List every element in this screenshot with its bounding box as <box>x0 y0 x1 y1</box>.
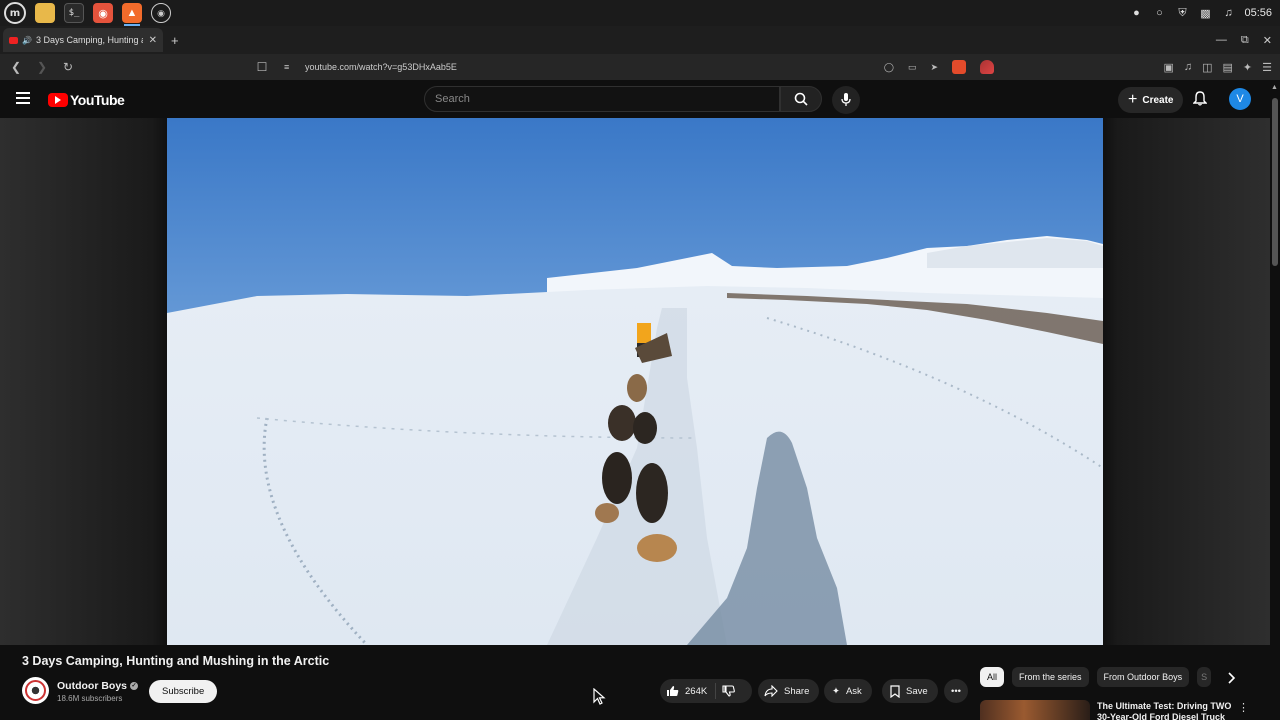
channel-name-text[interactable]: Outdoor Boys <box>57 680 127 692</box>
search-icon <box>794 92 808 106</box>
recommendation-title[interactable]: The Ultimate Test: Driving TWO 30-Year-O… <box>1097 701 1237 720</box>
save-button[interactable]: Save <box>882 679 938 703</box>
thumbs-up-icon <box>666 685 679 697</box>
forward-icon[interactable]: ❯ <box>32 60 52 74</box>
subscriber-count: 18.6M subscribers <box>57 694 123 703</box>
youtube-logo[interactable]: YouTube <box>48 92 125 108</box>
terminal-app-icon[interactable]: $_ <box>64 3 84 23</box>
guide-menu-icon[interactable] <box>16 92 30 104</box>
new-tab-button[interactable]: + <box>171 33 179 48</box>
mint-menu-icon[interactable]: m <box>4 2 26 24</box>
video-title: 3 Days Camping, Hunting and Mushing in t… <box>22 654 330 668</box>
mouse-cursor-icon <box>593 688 606 705</box>
os-taskbar: m $_ ◉ ▲ ◉ ● ○ ⛨ ▩ ♫ 05:56 <box>0 0 1280 26</box>
reload-icon[interactable]: ↻ <box>58 60 78 74</box>
like-button[interactable]: 264K <box>660 683 717 699</box>
clock[interactable]: 05:56 <box>1244 7 1272 19</box>
sidebar-icon[interactable]: ◫ <box>1202 61 1212 74</box>
audio-playing-icon[interactable]: 🔊 <box>22 36 32 45</box>
create-label: Create <box>1142 94 1174 106</box>
search-button[interactable] <box>780 86 822 112</box>
close-icon[interactable]: ✕ <box>149 35 157 46</box>
wallet-icon[interactable]: ▤ <box>1223 61 1233 74</box>
toolbar-extensions: ▣ ♫ ◫ ▤ ✦ ☰ <box>1163 61 1272 74</box>
chip-all[interactable]: All <box>980 667 1005 687</box>
scroll-thumb[interactable] <box>1272 98 1278 266</box>
screenshot-icon[interactable]: ▣ <box>1163 61 1173 74</box>
shield-icon[interactable]: ⛨ <box>1175 6 1189 20</box>
share-button[interactable]: Share <box>758 679 820 703</box>
thumbs-down-icon <box>722 685 736 697</box>
sparkle-icon: ✦ <box>832 685 840 697</box>
tab-title: 3 Days Camping, Hunting and Mushing in t… <box>35 35 143 45</box>
avatar[interactable]: V <box>1229 88 1251 110</box>
menu-icon[interactable]: ☰ <box>1262 61 1272 74</box>
scroll-up-icon[interactable]: ▲ <box>1271 84 1278 91</box>
bookmark-save-icon <box>890 684 900 698</box>
ask-label: Ask <box>845 685 862 697</box>
page-scrollbar[interactable]: ▲ <box>1270 80 1280 720</box>
files-app-icon[interactable] <box>35 3 55 23</box>
more-vertical-icon[interactable]: ⋮ <box>1238 701 1249 714</box>
chip-truncated[interactable]: S <box>1197 667 1212 687</box>
updates-icon[interactable]: ○ <box>1152 6 1166 20</box>
like-dislike-group: 264K <box>660 679 752 703</box>
share-label: Share <box>784 685 810 697</box>
window-close-icon[interactable]: ✕ <box>1263 34 1272 47</box>
search-placeholder: Search <box>435 93 470 105</box>
video-player[interactable] <box>167 118 1103 645</box>
address-bar-row: ❮ ❯ ↻ ☐ ≡ youtube.com/watch?v=g53DHxAab5… <box>0 54 1280 80</box>
url-text[interactable]: youtube.com/watch?v=g53DHxAab5E <box>305 62 457 72</box>
network-icon[interactable]: ▩ <box>1198 6 1212 20</box>
music-icon[interactable]: ♫ <box>1221 6 1235 20</box>
channel-avatar[interactable] <box>22 677 49 704</box>
create-button[interactable]: + Create <box>1118 87 1184 113</box>
browser-tab[interactable]: 🔊 3 Days Camping, Hunting and Mushing in… <box>3 28 163 52</box>
brave-app-icon[interactable]: ▲ <box>122 3 142 26</box>
chip-from-outdoor-boys[interactable]: From Outdoor Boys <box>1096 667 1190 687</box>
send-icon[interactable]: ➤ <box>930 62 938 73</box>
user-status-icon[interactable]: ● <box>1129 6 1143 20</box>
hide-password-icon[interactable]: ◯ <box>884 62 894 73</box>
recommendation-thumbnail[interactable] <box>980 700 1090 720</box>
steam-app-icon[interactable]: ◉ <box>151 3 171 23</box>
microphone-icon <box>841 93 851 106</box>
notifications-bell-icon[interactable] <box>1192 91 1208 111</box>
youtube-play-icon <box>48 93 68 107</box>
url-field[interactable]: ≡ youtube.com/watch?v=g53DHxAab5E ◯ ▭ ➤ <box>256 57 1004 77</box>
site-settings-icon[interactable]: ≡ <box>284 62 289 72</box>
maximize-icon[interactable]: ⧉ <box>1241 34 1249 47</box>
verified-icon: ✓ <box>130 682 138 691</box>
brave-shields-icon[interactable] <box>952 60 966 74</box>
channel-name[interactable]: Outdoor Boys ✓ <box>57 680 138 692</box>
brave-rewards-icon[interactable] <box>980 60 994 74</box>
subscribe-button[interactable]: Subscribe <box>149 680 218 703</box>
firefox-app-icon[interactable]: ◉ <box>93 3 113 23</box>
more-horizontal-icon: ••• <box>951 685 961 697</box>
browser-tab-strip: 🔊 3 Days Camping, Hunting and Mushing in… <box>0 26 1280 54</box>
cast-icon[interactable]: ▭ <box>908 62 917 73</box>
system-tray: ● ○ ⛨ ▩ ♫ 05:56 <box>1129 0 1272 26</box>
related-filter-chips: All From the series From Outdoor Boys S <box>980 667 1212 687</box>
dislike-button[interactable] <box>716 685 736 697</box>
leo-ai-icon[interactable]: ✦ <box>1243 61 1252 74</box>
youtube-header: YouTube Search + Create V <box>0 80 1270 118</box>
youtube-favicon-icon <box>9 36 18 44</box>
chip-from-series[interactable]: From the series <box>1012 667 1089 687</box>
video-frame[interactable] <box>167 118 1103 645</box>
window-controls: — ⧉ ✕ <box>1216 26 1272 54</box>
ask-button[interactable]: ✦ Ask <box>824 679 872 703</box>
minimize-icon[interactable]: — <box>1216 34 1227 46</box>
save-label: Save <box>906 685 928 697</box>
youtube-wordmark: YouTube <box>70 92 125 108</box>
more-actions-button[interactable]: ••• <box>944 679 968 703</box>
voice-search-button[interactable] <box>832 86 860 114</box>
media-icon[interactable]: ♫ <box>1184 61 1192 74</box>
plus-icon: + <box>1128 91 1138 108</box>
chevron-right-icon[interactable] <box>1222 668 1242 688</box>
search-input[interactable]: Search <box>424 86 780 112</box>
share-icon <box>764 685 778 697</box>
back-icon[interactable]: ❮ <box>6 60 26 74</box>
like-count: 264K <box>685 685 708 697</box>
